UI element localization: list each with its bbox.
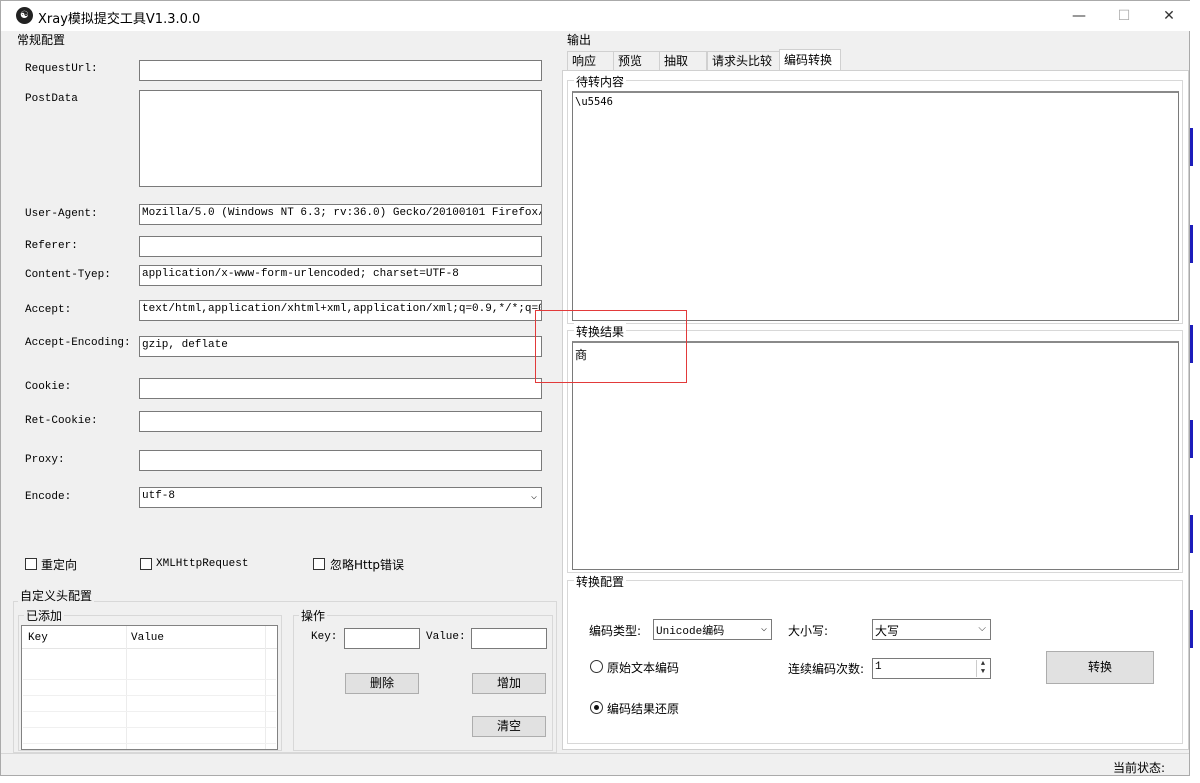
tab-response[interactable]: 响应 [567, 51, 614, 70]
app-logo-icon: ☯ [16, 7, 33, 24]
request-url-label: RequestUrl: [25, 63, 98, 75]
tab-header-compare[interactable]: 请求头比较 [707, 51, 780, 70]
window-title: Xray模拟提交工具V1.3.0.0 [38, 12, 201, 27]
xhr-checkbox[interactable] [140, 558, 152, 570]
repeat-count-value: 1 [875, 661, 882, 673]
referer-label: Referer: [25, 240, 78, 252]
close-button[interactable]: ✕ [1146, 1, 1192, 31]
chevron-down-icon: ⌵ [978, 623, 986, 634]
post-data-textarea[interactable] [139, 90, 542, 187]
cookie-input[interactable] [139, 378, 542, 399]
table-row [23, 712, 276, 728]
status-label: 当前状态: [1113, 761, 1166, 775]
column-header-value[interactable]: Value [131, 632, 164, 644]
cookie-label: Cookie: [25, 381, 72, 393]
encode-label: Encode: [25, 491, 72, 503]
redirect-checkbox[interactable] [25, 558, 37, 570]
table-row [23, 728, 276, 744]
raw-text-encode-radio[interactable] [590, 660, 603, 673]
xhr-checkbox-label: XMLHttpRequest [156, 558, 249, 570]
added-headers-legend: 已添加 [24, 607, 65, 624]
spinner-arrows-icon[interactable]: ▲ ▼ [976, 660, 989, 677]
chevron-down-icon: ⌵ [760, 624, 767, 635]
proxy-input[interactable] [139, 450, 542, 471]
content-type-label: Content-Tyep: [25, 269, 111, 281]
ignore-http-error-checkbox[interactable] [313, 558, 325, 570]
background-desktop-strip [1190, 0, 1200, 783]
ret-cookie-input[interactable] [139, 411, 542, 432]
pending-content-legend: 待转内容 [574, 73, 627, 90]
header-key-input[interactable] [344, 628, 420, 649]
add-header-button[interactable]: 增加 [472, 673, 546, 694]
convert-button[interactable]: 转换 [1046, 651, 1154, 684]
highlight-box [535, 310, 687, 383]
status-bar: 当前状态: [1, 753, 1189, 776]
user-agent-label: User-Agent: [25, 208, 98, 220]
delete-header-button[interactable]: 删除 [345, 673, 419, 694]
encode-select-value: utf-8 [142, 490, 176, 502]
output-legend: 输出 [565, 31, 594, 48]
header-value-label: Value: [426, 631, 466, 643]
headers-table[interactable]: Key Value [21, 625, 278, 750]
operations-legend: 操作 [299, 607, 328, 624]
tab-preview[interactable]: 预览 [613, 51, 660, 70]
chevron-down-icon: ⌵ [530, 492, 537, 503]
proxy-label: Proxy: [25, 454, 65, 466]
restore-result-label: 编码结果还原 [607, 702, 680, 716]
app-window: ☯ Xray模拟提交工具V1.3.0.0 — ☐ ✕ 常规配置 RequestU… [0, 0, 1191, 776]
custom-headers-legend: 自定义头配置 [18, 587, 95, 604]
case-label: 大小写: [788, 624, 829, 638]
general-config-legend: 常规配置 [15, 31, 68, 48]
column-header-key[interactable]: Key [28, 632, 48, 644]
table-row [23, 664, 276, 680]
ret-cookie-label: Ret-Cookie: [25, 415, 98, 427]
pending-content-textarea[interactable]: \u5546 [572, 91, 1179, 321]
header-key-label: Key: [311, 631, 338, 643]
headers-table-header: Key Value [22, 626, 277, 749]
tab-extract[interactable]: 抽取 [659, 51, 707, 70]
accept-input[interactable]: text/html,application/xhtml+xml,applicat… [139, 300, 542, 321]
encode-type-select[interactable]: Unicode编码 ⌵ [653, 619, 772, 640]
case-select[interactable]: 大写 ⌵ [872, 619, 991, 640]
title-bar[interactable]: ☯ Xray模拟提交工具V1.3.0.0 — ☐ ✕ [1, 1, 1191, 31]
clear-headers-button[interactable]: 清空 [472, 716, 546, 737]
raw-text-encode-label: 原始文本编码 [607, 661, 680, 675]
accept-encoding-input[interactable]: gzip, deflate [139, 336, 542, 357]
encode-select[interactable]: utf-8 ⌵ [139, 487, 542, 508]
encode-type-label: 编码类型: [589, 624, 642, 638]
table-row [23, 696, 276, 712]
user-agent-input[interactable]: Mozilla/5.0 (Windows NT 6.3; rv:36.0) Ge… [139, 204, 542, 225]
convert-config-legend: 转换配置 [574, 573, 627, 590]
request-url-input[interactable] [139, 60, 542, 81]
encode-type-value: Unicode编码 [656, 626, 725, 638]
repeat-count-stepper[interactable]: 1 ▲ ▼ [872, 658, 991, 679]
restore-result-radio[interactable] [590, 701, 603, 714]
maximize-button[interactable]: ☐ [1101, 1, 1147, 31]
accept-label: Accept: [25, 304, 72, 316]
redirect-checkbox-label: 重定向 [41, 558, 78, 572]
accept-encoding-label: Accept-Encoding: [25, 337, 131, 349]
tab-encode-convert[interactable]: 编码转换 [779, 49, 841, 71]
content-type-input[interactable]: application/x-www-form-urlencoded; chars… [139, 265, 542, 286]
table-row [23, 680, 276, 696]
post-data-label: PostData [25, 93, 78, 105]
case-value: 大写 [875, 624, 900, 638]
ignore-http-error-checkbox-label: 忽略Http错误 [330, 558, 405, 572]
minimize-button[interactable]: — [1056, 1, 1102, 31]
repeat-count-label: 连续编码次数: [788, 662, 865, 676]
header-value-input[interactable] [471, 628, 547, 649]
referer-input[interactable] [139, 236, 542, 257]
